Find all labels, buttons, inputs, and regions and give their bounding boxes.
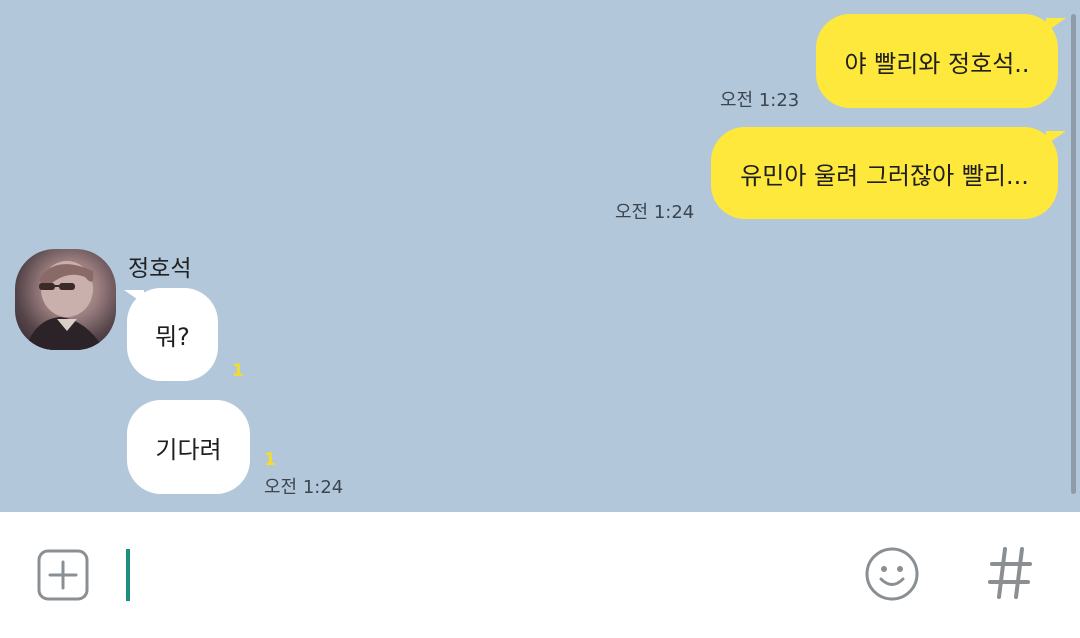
hashtag-button[interactable]	[986, 544, 1036, 602]
scrollbar[interactable]	[1071, 14, 1076, 494]
hash-icon	[988, 547, 1032, 599]
message-text: 뭐?	[155, 323, 190, 351]
emoji-icon	[865, 547, 919, 601]
attach-button[interactable]	[37, 549, 89, 601]
unread-count: 1	[232, 361, 244, 381]
unread-count: 1	[264, 450, 276, 470]
plus-icon	[37, 549, 89, 601]
chat-area[interactable]: 야 빨리와 정호석.. 오전 1:23 유민아 울려 그러잖아 빨리... 오전…	[0, 0, 1080, 512]
message-timestamp: 오전 1:23	[720, 90, 800, 111]
message-text: 기다려	[155, 435, 222, 464]
sent-message-bubble[interactable]: 야 빨리와 정호석..	[816, 14, 1058, 108]
profile-photo-icon	[25, 261, 105, 350]
bubble-tail	[1046, 18, 1066, 32]
bubble-tail	[1046, 131, 1066, 145]
avatar[interactable]	[15, 249, 116, 350]
message-timestamp: 오전 1:24	[615, 202, 695, 223]
emoji-button[interactable]	[864, 546, 920, 602]
message-text: 야 빨리와 정호석..	[844, 49, 1030, 78]
sent-message-bubble[interactable]: 유민아 울려 그러잖아 빨리...	[711, 127, 1058, 219]
bubble-tail	[124, 290, 144, 304]
message-input[interactable]	[140, 549, 840, 601]
message-composer	[0, 512, 1080, 638]
message-text: 유민아 울려 그러잖아 빨리...	[740, 161, 1029, 190]
received-message-bubble[interactable]: 기다려	[127, 400, 250, 494]
text-cursor	[126, 549, 130, 601]
sender-name: 정호석	[128, 256, 192, 282]
message-timestamp: 오전 1:24	[264, 477, 344, 498]
